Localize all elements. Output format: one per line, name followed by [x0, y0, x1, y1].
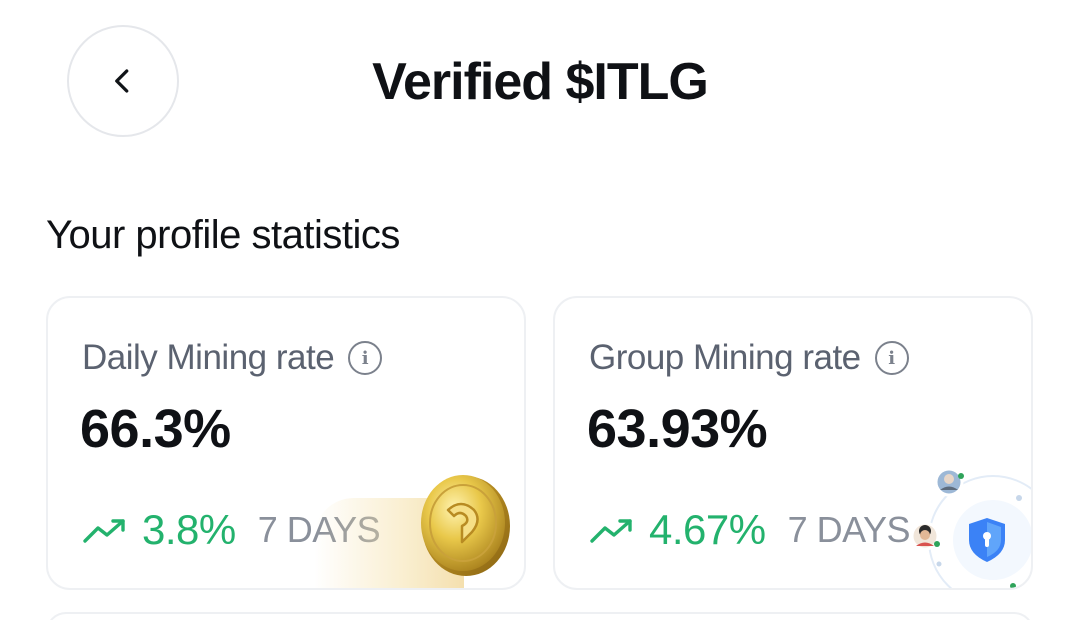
card-value: 66.3%: [80, 399, 231, 459]
trend-value: 3.8%: [142, 506, 236, 553]
next-card-edge: [46, 612, 1034, 620]
info-icon[interactable]: i: [874, 341, 909, 375]
card-value: 63.93%: [587, 399, 768, 459]
screen: Verified $ITLG Your profile statistics D…: [0, 0, 1080, 620]
trend-row: 4.67% 7 DAYS: [589, 506, 910, 554]
group-shield-icon: [910, 468, 1031, 588]
coin-icon: [421, 475, 510, 576]
card-label: Group Mining rate: [589, 338, 861, 377]
trend-period: 7 DAYS: [787, 509, 911, 550]
trend-value: 4.67%: [649, 506, 766, 553]
section-title: Your profile statistics: [46, 213, 400, 257]
trending-up-icon: [590, 519, 632, 543]
card-label-row: Daily Mining rate i: [82, 338, 383, 378]
page-title: Verified $ITLG: [372, 53, 709, 111]
group-mining-rate-card: Group Mining rate i 63.93% 4.67% 7 DAYS: [553, 296, 1033, 590]
daily-mining-rate-card: Daily Mining rate i 66.3% 3.8% 7 DAYS: [46, 296, 526, 590]
trending-up-icon: [83, 519, 125, 543]
coin-decoration: [304, 458, 524, 588]
card-label: Daily Mining rate: [82, 338, 335, 377]
card-label-row: Group Mining rate i: [589, 338, 909, 378]
info-icon[interactable]: i: [348, 341, 383, 375]
